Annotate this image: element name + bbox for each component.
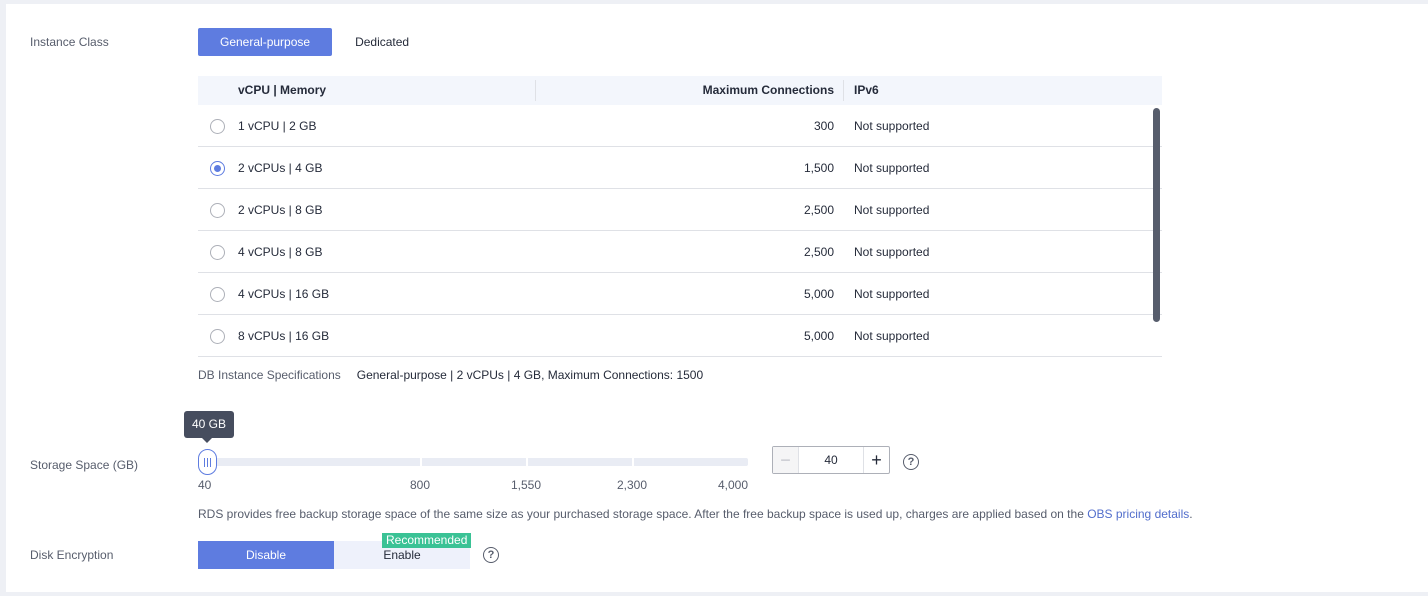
row-ipv6: Not supported bbox=[854, 329, 930, 343]
slider-tick: 800 bbox=[410, 478, 431, 492]
instance-spec-table: vCPU | Memory Maximum Connections IPv6 1… bbox=[198, 76, 1162, 357]
row-spec: 2 vCPUs | 4 GB bbox=[238, 161, 323, 175]
slider-tick: 4,000 bbox=[718, 478, 749, 492]
disk-encryption-toggle: Disable Recommended Enable bbox=[198, 533, 472, 569]
radio-icon[interactable] bbox=[210, 161, 225, 176]
row-spec: 8 vCPUs | 16 GB bbox=[238, 329, 330, 343]
instance-class-tabs: General-purpose Dedicated bbox=[198, 28, 426, 56]
decrement-button[interactable]: − bbox=[773, 447, 799, 473]
table-row[interactable]: 1 vCPU | 2 GB 300 Not supported bbox=[198, 105, 1162, 147]
question-circle-icon[interactable]: ? bbox=[483, 547, 499, 563]
table-body: 1 vCPU | 2 GB 300 Not supported 2 vCPUs … bbox=[198, 105, 1162, 357]
slider-segment-divider bbox=[420, 458, 422, 466]
header-divider bbox=[843, 80, 844, 101]
row-ipv6: Not supported bbox=[854, 203, 930, 217]
radio-icon[interactable] bbox=[210, 245, 225, 260]
note-end: . bbox=[1189, 507, 1193, 521]
row-spec: 4 vCPUs | 8 GB bbox=[238, 245, 323, 259]
row-connections: 1,500 bbox=[803, 161, 834, 175]
header-vcpu-memory: vCPU | Memory bbox=[238, 83, 327, 97]
row-spec: 1 vCPU | 2 GB bbox=[238, 119, 317, 133]
row-ipv6: Not supported bbox=[854, 245, 930, 259]
storage-input[interactable] bbox=[799, 447, 863, 473]
row-connections: 2,500 bbox=[803, 245, 834, 259]
tab-dedicated[interactable]: Dedicated bbox=[338, 28, 426, 56]
spec-summary-value: General-purpose | 2 vCPUs | 4 GB, Maximu… bbox=[356, 368, 704, 382]
radio-icon[interactable] bbox=[210, 287, 225, 302]
question-circle-icon[interactable]: ? bbox=[903, 454, 919, 470]
increment-button[interactable]: + bbox=[863, 447, 889, 473]
db-instance-specifications: DB Instance Specifications General-purpos… bbox=[198, 368, 703, 382]
slider-grip-icon[interactable] bbox=[198, 449, 217, 475]
enable-label: Enable bbox=[383, 548, 421, 562]
slider-segment-divider bbox=[632, 458, 634, 466]
note-text: RDS provides free backup storage space o… bbox=[198, 507, 1088, 521]
backup-storage-note: RDS provides free backup storage space o… bbox=[198, 507, 1193, 521]
storage-stepper: − + bbox=[772, 446, 890, 474]
table-row[interactable]: 4 vCPUs | 16 GB 5,000 Not supported bbox=[198, 273, 1162, 315]
enable-button[interactable]: Recommended Enable bbox=[334, 533, 472, 569]
radio-icon[interactable] bbox=[210, 119, 225, 134]
row-connections: 2,500 bbox=[803, 203, 834, 217]
header-max-connections: Maximum Connections bbox=[702, 83, 834, 97]
storage-tooltip: 40 GB bbox=[184, 411, 235, 443]
header-divider bbox=[535, 80, 536, 101]
row-ipv6: Not supported bbox=[854, 161, 930, 175]
header-ipv6: IPv6 bbox=[854, 83, 879, 97]
row-ipv6: Not supported bbox=[854, 119, 930, 133]
radio-icon[interactable] bbox=[210, 203, 225, 218]
row-spec: 2 vCPUs | 8 GB bbox=[238, 203, 323, 217]
storage-slider-track[interactable] bbox=[198, 458, 748, 466]
slider-tick: 1,550 bbox=[511, 478, 542, 492]
table-header: vCPU | Memory Maximum Connections IPv6 bbox=[198, 76, 1162, 105]
slider-segment-divider bbox=[526, 458, 528, 466]
table-row[interactable]: 8 vCPUs | 16 GB 5,000 Not supported bbox=[198, 315, 1162, 357]
radio-icon[interactable] bbox=[210, 329, 225, 344]
tab-general-purpose[interactable]: General-purpose bbox=[198, 28, 333, 56]
spec-summary-label: DB Instance Specifications bbox=[198, 368, 341, 382]
table-row[interactable]: 4 vCPUs | 8 GB 2,500 Not supported bbox=[198, 231, 1162, 273]
row-connections: 5,000 bbox=[803, 287, 834, 301]
slider-tick: 2,300 bbox=[617, 478, 648, 492]
table-row[interactable]: 2 vCPUs | 8 GB 2,500 Not supported bbox=[198, 189, 1162, 231]
obs-pricing-link[interactable]: OBS pricing details bbox=[1087, 507, 1189, 521]
row-connections: 300 bbox=[813, 119, 834, 133]
disable-button[interactable]: Disable bbox=[198, 541, 334, 569]
slider-tick: 40 bbox=[198, 478, 212, 492]
storage-space-label: Storage Space (GB) bbox=[30, 458, 139, 472]
table-row[interactable]: 2 vCPUs | 4 GB 1,500 Not supported bbox=[198, 147, 1162, 189]
row-connections: 5,000 bbox=[803, 329, 834, 343]
instance-class-label: Instance Class bbox=[30, 35, 109, 49]
table-scrollbar[interactable] bbox=[1153, 108, 1160, 322]
row-spec: 4 vCPUs | 16 GB bbox=[238, 287, 330, 301]
disk-encryption-label: Disk Encryption bbox=[30, 548, 114, 562]
instance-config-panel: Instance Class General-purpose Dedicated… bbox=[6, 4, 1428, 592]
row-ipv6: Not supported bbox=[854, 287, 930, 301]
recommended-badge: Recommended bbox=[382, 533, 472, 548]
